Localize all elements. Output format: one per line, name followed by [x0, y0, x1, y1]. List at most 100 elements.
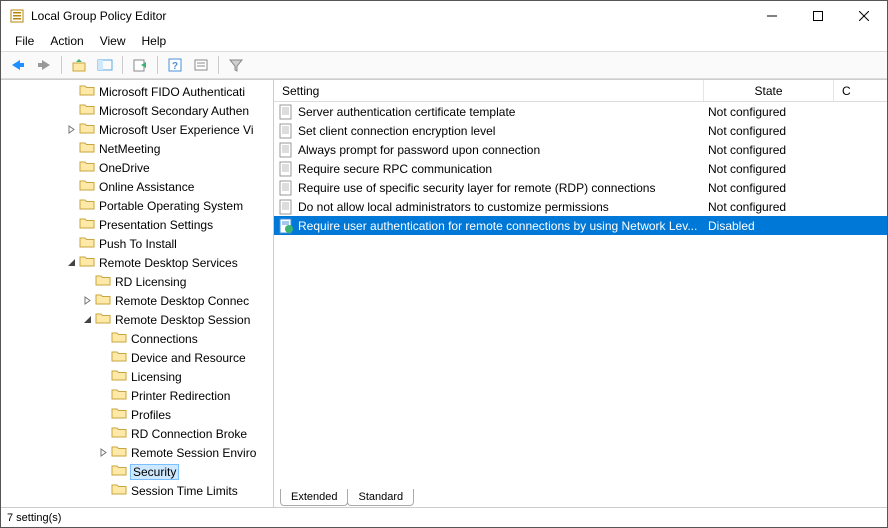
chevron-right-icon[interactable] [97, 447, 109, 459]
tree-item[interactable]: Remote Session Enviro [1, 443, 273, 462]
tree-item[interactable]: Presentation Settings [1, 215, 273, 234]
tree-item[interactable]: NetMeeting [1, 139, 273, 158]
view-tabs: Extended Standard [274, 485, 887, 507]
menu-view[interactable]: View [92, 32, 134, 50]
menu-help[interactable]: Help [134, 32, 175, 50]
tree-item[interactable]: Profiles [1, 405, 273, 424]
tree-pane[interactable]: Microsoft FIDO Authenticati Microsoft Sec… [1, 80, 273, 507]
export-button[interactable] [129, 54, 151, 76]
setting-label: Server authentication certificate templa… [298, 105, 515, 119]
tree-item-label: Licensing [131, 370, 182, 384]
tree-item[interactable]: Microsoft FIDO Authenticati [1, 82, 273, 101]
show-hide-tree-button[interactable] [94, 54, 116, 76]
up-button[interactable] [68, 54, 90, 76]
tree-item[interactable]: Device and Resource [1, 348, 273, 367]
setting-row[interactable]: Require use of specific security layer f… [274, 178, 887, 197]
twisty-none [65, 86, 77, 98]
column-setting[interactable]: Setting [274, 80, 704, 101]
tree-item[interactable]: Online Assistance [1, 177, 273, 196]
tree-item-label: Remote Session Enviro [131, 446, 256, 460]
setting-label: Do not allow local administrators to cus… [298, 200, 609, 214]
tree-item[interactable]: RD Connection Broke [1, 424, 273, 443]
tab-standard[interactable]: Standard [347, 489, 414, 506]
folder-icon [79, 235, 99, 252]
chevron-right-icon[interactable] [81, 295, 93, 307]
close-button[interactable] [841, 1, 887, 31]
twisty-none [97, 466, 109, 478]
content: Microsoft FIDO Authenticati Microsoft Sec… [1, 79, 887, 507]
setting-row[interactable]: Always prompt for password upon connecti… [274, 140, 887, 159]
chevron-down-icon[interactable] [65, 257, 77, 269]
twisty-none [65, 219, 77, 231]
tree-item-label: Profiles [131, 408, 171, 422]
properties-button[interactable] [190, 54, 212, 76]
grid-header: Setting State C [274, 80, 887, 102]
setting-row[interactable]: Server authentication certificate templa… [274, 102, 887, 121]
tree-item-label: Remote Desktop Services [99, 256, 238, 270]
minimize-button[interactable] [749, 1, 795, 31]
tree-item[interactable]: Remote Desktop Connec [1, 291, 273, 310]
twisty-none [65, 162, 77, 174]
settings-grid[interactable]: Setting State C Server authentication ce… [274, 80, 887, 485]
tree-item-label: Portable Operating System [99, 199, 243, 213]
tree-item-label: Device and Resource [131, 351, 246, 365]
help-button[interactable]: ? [164, 54, 186, 76]
tree-item[interactable]: Security [1, 462, 273, 481]
folder-icon [95, 292, 115, 309]
tree-item[interactable]: Remote Desktop Services [1, 253, 273, 272]
twisty-none [97, 485, 109, 497]
tree-item[interactable]: Microsoft User Experience Vi [1, 120, 273, 139]
tree-item-label: Printer Redirection [131, 389, 230, 403]
setting-row[interactable]: Require user authentication for remote c… [274, 216, 887, 235]
tree-item[interactable]: RD Licensing [1, 272, 273, 291]
twisty-none [65, 143, 77, 155]
folder-icon [111, 387, 131, 404]
setting-state: Not configured [704, 105, 834, 119]
setting-state: Not configured [704, 200, 834, 214]
tree-item[interactable]: Printer Redirection [1, 386, 273, 405]
tab-extended[interactable]: Extended [280, 489, 348, 506]
twisty-none [65, 181, 77, 193]
menu-action[interactable]: Action [42, 32, 91, 50]
chevron-down-icon[interactable] [81, 314, 93, 326]
tree-item[interactable]: OneDrive [1, 158, 273, 177]
tree-item-label: Push To Install [99, 237, 177, 251]
tree-item[interactable]: Microsoft Secondary Authen [1, 101, 273, 120]
maximize-button[interactable] [795, 1, 841, 31]
tree-item-label: Connections [131, 332, 198, 346]
tree-item[interactable]: Session Time Limits [1, 481, 273, 500]
setting-label: Always prompt for password upon connecti… [298, 143, 540, 157]
column-state[interactable]: State [704, 80, 834, 101]
tree-item-label: OneDrive [99, 161, 150, 175]
tree-item-label: Microsoft FIDO Authenticati [99, 85, 245, 99]
column-comment[interactable]: C [834, 80, 887, 101]
twisty-none [97, 371, 109, 383]
setting-label: Set client connection encryption level [298, 124, 495, 138]
setting-row[interactable]: Do not allow local administrators to cus… [274, 197, 887, 216]
forward-button[interactable] [33, 54, 55, 76]
folder-icon [111, 406, 131, 423]
tree-item[interactable]: Portable Operating System [1, 196, 273, 215]
folder-icon [79, 121, 99, 138]
chevron-right-icon[interactable] [65, 124, 77, 136]
folder-icon [111, 444, 131, 461]
tree-item[interactable]: Push To Install [1, 234, 273, 253]
filter-button[interactable] [225, 54, 247, 76]
folder-icon [111, 425, 131, 442]
setting-row[interactable]: Set client connection encryption levelNo… [274, 121, 887, 140]
setting-state: Disabled [704, 219, 834, 233]
menu-file[interactable]: File [7, 32, 42, 50]
folder-icon [79, 254, 99, 271]
twisty-none [65, 105, 77, 117]
tree-item-label: Remote Desktop Session [115, 313, 250, 327]
tree-item-label: Security [133, 465, 176, 479]
tree-item-label: Presentation Settings [99, 218, 213, 232]
setting-row[interactable]: Require secure RPC communicationNot conf… [274, 159, 887, 178]
tree-item[interactable]: Licensing [1, 367, 273, 386]
tree-item[interactable]: Connections [1, 329, 273, 348]
tree-item[interactable]: Remote Desktop Session [1, 310, 273, 329]
back-button[interactable] [7, 54, 29, 76]
folder-icon [111, 330, 131, 347]
setting-state: Not configured [704, 143, 834, 157]
twisty-none [65, 238, 77, 250]
